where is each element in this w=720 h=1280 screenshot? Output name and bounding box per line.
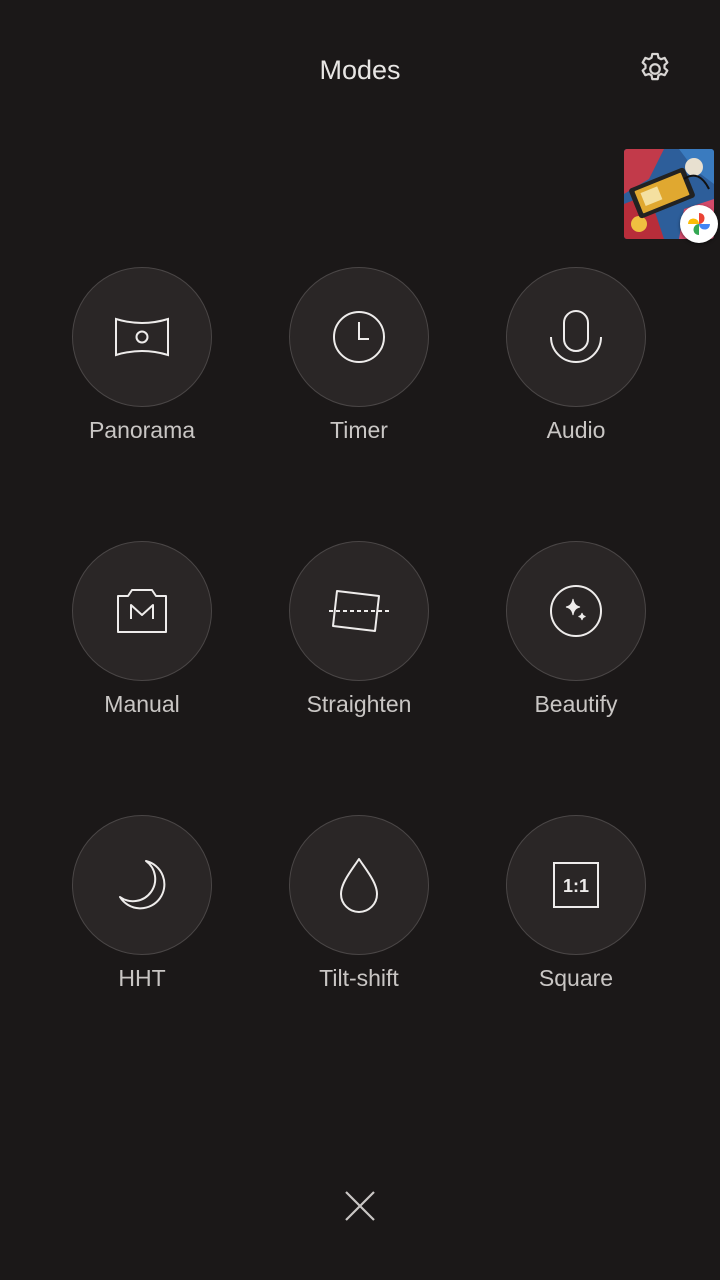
sparkle-icon: [550, 585, 602, 637]
mode-tilt-shift[interactable]: Tilt-shift: [259, 815, 459, 993]
mode-tilt-shift-button[interactable]: [289, 815, 429, 955]
mode-label: Beautify: [534, 691, 618, 717]
settings-button[interactable]: [633, 47, 677, 91]
mode-label: Timer: [330, 417, 388, 443]
mode-label: Panorama: [88, 417, 196, 443]
straighten-icon: [329, 590, 389, 632]
mode-label: Audio: [546, 417, 606, 443]
square-ratio-icon: 1:1: [553, 862, 599, 908]
microphone-icon: [550, 310, 602, 363]
clock-icon: [333, 311, 385, 363]
mode-hht-button[interactable]: [72, 815, 212, 955]
mode-beautify[interactable]: Beautify: [476, 541, 676, 719]
mode-square[interactable]: 1:1 Square: [476, 815, 676, 993]
manual-icon: [117, 589, 167, 633]
google-photos-icon: [688, 213, 710, 235]
modes-screen: Modes Panorama Timer Audio Manual Straig…: [0, 0, 720, 1280]
panorama-icon: [115, 317, 169, 357]
mode-label: HHT: [118, 965, 166, 991]
mode-audio-button[interactable]: [506, 267, 646, 407]
mode-label: Straighten: [306, 691, 412, 717]
page-title: Modes: [319, 55, 401, 85]
mode-label: Tilt-shift: [319, 965, 399, 991]
mode-label: Square: [538, 965, 614, 991]
mode-timer[interactable]: Timer: [259, 267, 459, 445]
gear-icon: [641, 52, 669, 81]
close-button[interactable]: [338, 1184, 382, 1228]
google-photos-badge: [680, 205, 718, 243]
moon-icon: [119, 860, 166, 910]
mode-straighten-button[interactable]: [289, 541, 429, 681]
mode-square-button[interactable]: 1:1: [506, 815, 646, 955]
mode-panorama[interactable]: Panorama: [42, 267, 242, 445]
mode-straighten[interactable]: Straighten: [259, 541, 459, 719]
droplet-icon: [340, 858, 378, 913]
close-icon: [345, 1191, 375, 1221]
mode-hht[interactable]: HHT: [42, 815, 242, 993]
square-ratio-text: 1:1: [563, 876, 589, 896]
mode-label: Manual: [104, 691, 180, 717]
mode-audio[interactable]: Audio: [476, 267, 676, 445]
mode-manual-button[interactable]: [72, 541, 212, 681]
mode-panorama-button[interactable]: [72, 267, 212, 407]
mode-timer-button[interactable]: [289, 267, 429, 407]
mode-beautify-button[interactable]: [506, 541, 646, 681]
mode-manual[interactable]: Manual: [42, 541, 242, 719]
